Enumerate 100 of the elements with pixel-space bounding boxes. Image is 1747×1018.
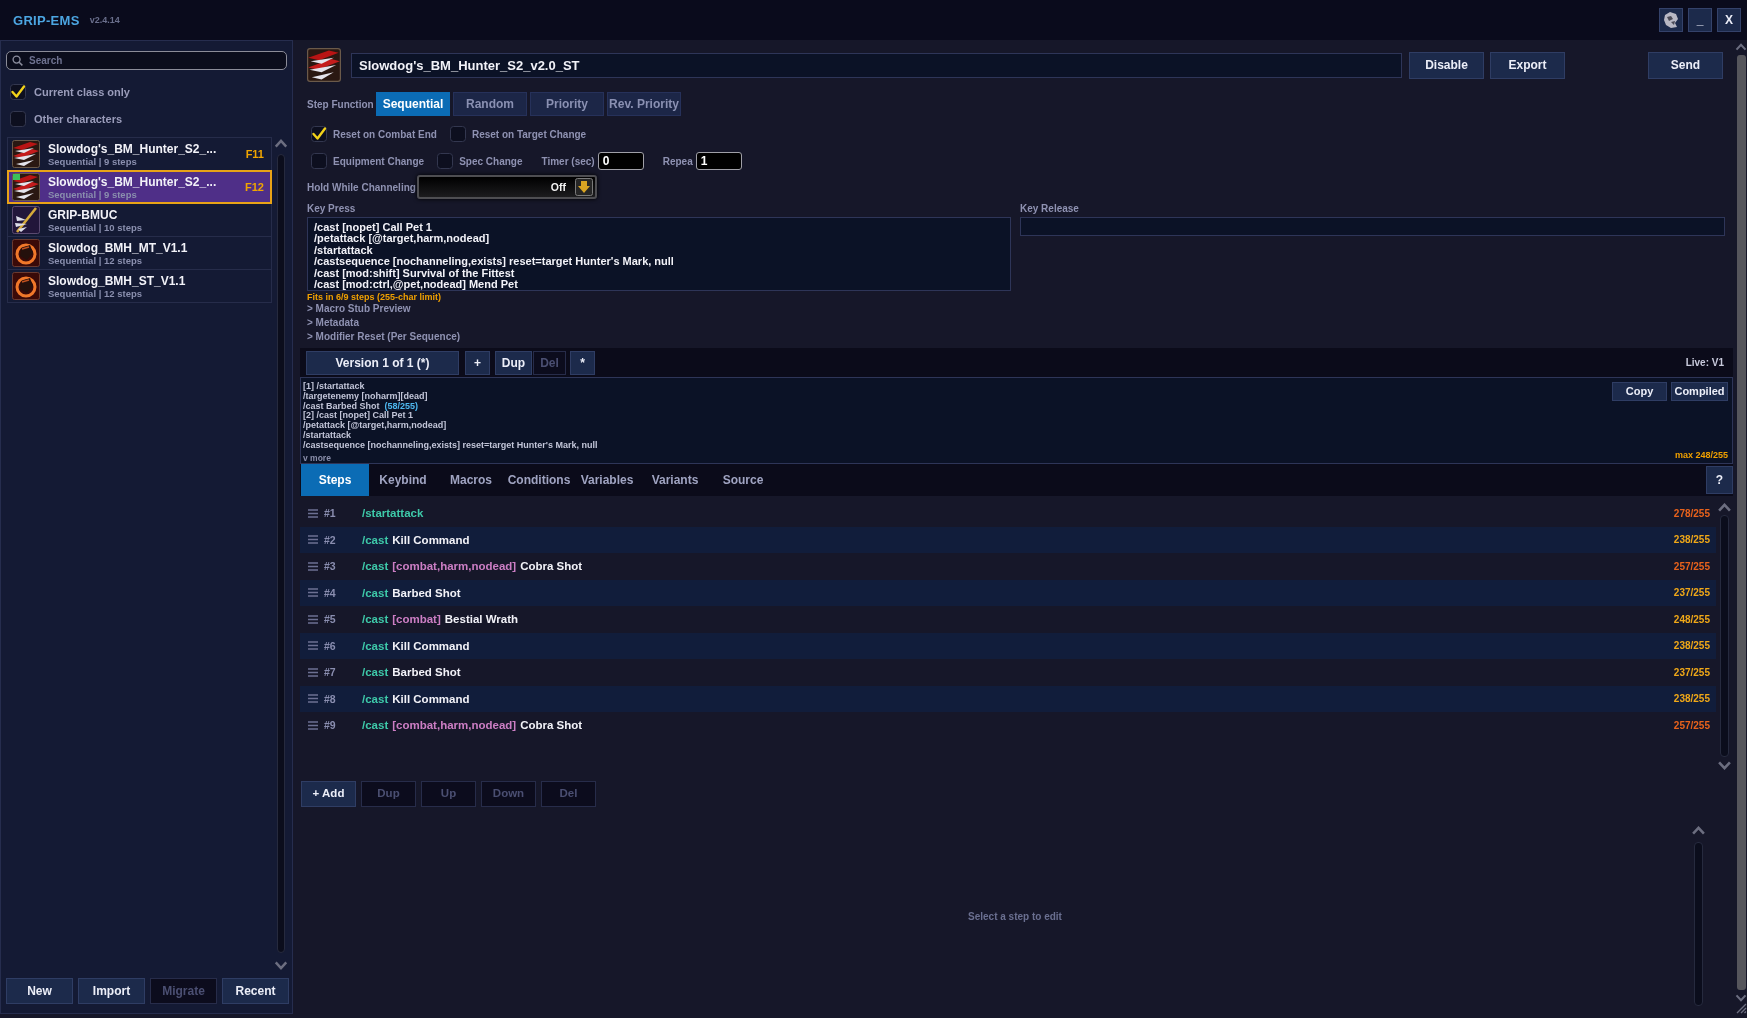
new-button[interactable]: New	[6, 978, 73, 1004]
drag-handle-icon[interactable]	[308, 694, 318, 704]
scrollbar-track[interactable]	[1694, 842, 1703, 1006]
step-row[interactable]: #1 /startattack 278/255	[300, 500, 1716, 527]
scrollbar-thumb[interactable]	[1736, 55, 1746, 990]
spear-icon	[12, 206, 40, 234]
drag-handle-icon[interactable]	[308, 588, 318, 598]
asterisk-button[interactable]: *	[570, 350, 595, 375]
step-row[interactable]: #2 /cast Kill Command 238/255	[300, 526, 1716, 553]
step-function-tab[interactable]: Priority	[530, 92, 604, 116]
spell-name: Barbed Shot	[392, 666, 461, 679]
number-field[interactable]: 1	[695, 152, 742, 170]
checkbox[interactable]	[311, 153, 327, 169]
scroll-down-icon[interactable]	[274, 961, 288, 970]
step-number: #5	[324, 613, 337, 626]
scrollbar-track[interactable]	[277, 154, 285, 953]
step-function-tab[interactable]: Random	[453, 92, 527, 116]
close-button[interactable]: X	[1717, 8, 1741, 32]
sequence-title: GRIP-BMUC	[48, 207, 119, 222]
sequence-subtitle: Sequential | 12 steps	[48, 287, 142, 299]
step-row[interactable]: #7 /cast Barbed Shot 237/255	[300, 659, 1716, 686]
compiled-toggle-button[interactable]: Compiled	[1671, 382, 1728, 401]
drag-handle-icon[interactable]	[308, 641, 318, 651]
scroll-up-icon[interactable]	[1717, 503, 1732, 512]
macro-conditions: [combat,harm,nodead]	[392, 719, 517, 732]
section-toggle[interactable]: > Macro Stub Preview	[307, 304, 411, 314]
step-row[interactable]: #4 /cast Barbed Shot 237/255	[300, 579, 1716, 606]
minimize-button[interactable]: _	[1688, 8, 1712, 32]
number-field[interactable]: 0	[597, 152, 644, 170]
checkbox[interactable]	[449, 126, 466, 142]
checkbox[interactable]	[311, 126, 327, 142]
scrollbar-track[interactable]	[1720, 515, 1729, 757]
tab[interactable]: Variables	[573, 464, 641, 496]
spell-name: Kill Command	[392, 692, 470, 705]
section-toggle[interactable]: > Modifier Reset (Per Sequence)	[307, 332, 461, 342]
tab[interactable]: Keybind	[369, 464, 437, 496]
hold-channeling-dropdown[interactable]: Off	[417, 175, 597, 199]
scroll-up-icon[interactable]	[1735, 43, 1747, 51]
sequence-name-field[interactable]: Slowdog's_BM_Hunter_S2_v2.0_ST	[351, 52, 1402, 78]
step-row[interactable]: #9 /cast [combat,harm,nodead] Cobra Shot 257/255	[300, 712, 1716, 739]
drag-handle-icon[interactable]	[308, 614, 318, 624]
drag-handle-icon[interactable]	[308, 508, 318, 518]
checkbox[interactable]	[10, 84, 26, 100]
step-row[interactable]: #3 /cast [combat,harm,nodead] Cobra Shot 257/255	[300, 553, 1716, 580]
tab[interactable]: Steps	[301, 464, 369, 496]
char-count: (58/255)	[384, 401, 419, 412]
add-version-button[interactable]: +	[465, 350, 490, 375]
scroll-up-icon[interactable]	[1691, 826, 1706, 835]
recent-button[interactable]: Recent	[222, 978, 289, 1004]
scroll-down-icon[interactable]	[1735, 994, 1747, 1002]
key-press-field[interactable]: /cast [nopet] Call Pet 1 /petattack [@target,harm,nodead] /startattack /castsequence [nochanneling,exists] reset=target Hunter's Mark, null /cast [mod:shift] Survival of the Fittest /cast [mod:ctrl,@pet,nodead] Mend Pet	[307, 217, 1011, 291]
compiled-line: /targetenemy [noharm][dead]	[303, 391, 428, 401]
send-button[interactable]: Send	[1648, 51, 1723, 79]
section-toggle[interactable]: > Metadata	[307, 318, 359, 328]
tab[interactable]: Conditions	[505, 464, 573, 496]
step-row[interactable]: #5 /cast [combat] Bestial Wrath 248/255	[300, 606, 1716, 633]
step-function-tab[interactable]: Sequential	[376, 92, 450, 116]
drag-handle-icon[interactable]	[308, 667, 318, 677]
resize-grip-icon[interactable]	[1735, 1002, 1747, 1014]
search-field[interactable]: Search	[6, 51, 287, 70]
import-button[interactable]: Import	[78, 978, 145, 1004]
sequence-list-item[interactable]: Slowdog's_BM_Hunter_S2_... Sequential | 9 steps F12	[7, 170, 272, 204]
scroll-down-icon[interactable]	[1717, 761, 1732, 770]
checkbox[interactable]	[10, 111, 26, 127]
tab[interactable]: Source	[709, 464, 777, 496]
dropdown-arrow-icon[interactable]	[575, 178, 593, 196]
empty-state-message: Select a step to edit	[968, 911, 1062, 922]
field-label: Hold While Channeling	[307, 181, 417, 193]
key-release-field[interactable]	[1020, 217, 1725, 236]
drag-handle-icon[interactable]	[308, 535, 318, 545]
tab[interactable]: Macros	[437, 464, 505, 496]
field-label: Repea	[662, 155, 693, 167]
sequence-list-item[interactable]: GRIP-BMUC Sequential | 10 steps	[7, 203, 272, 237]
drag-handle-icon[interactable]	[308, 720, 318, 730]
sequence-list-item[interactable]: Slowdog_BMH_MT_V1.1 Sequential | 12 steps	[7, 236, 272, 270]
disable-button[interactable]: Disable	[1409, 51, 1484, 79]
show-more-link[interactable]: v more	[303, 452, 331, 463]
sequence-list-item[interactable]: Slowdog's_BM_Hunter_S2_... Sequential | 9 steps F11	[7, 137, 272, 171]
step-row[interactable]: #8 /cast Kill Command 238/255	[300, 685, 1716, 712]
checkbox-label: Equipment Change	[333, 155, 425, 167]
sequence-list-item[interactable]: Slowdog_BMH_ST_V1.1 Sequential | 12 steps	[7, 269, 272, 303]
step-function-tab[interactable]: Rev. Priority	[607, 92, 681, 116]
step-row[interactable]: #6 /cast Kill Command 238/255	[300, 632, 1716, 659]
spell-name: Kill Command	[392, 533, 470, 546]
scroll-up-icon[interactable]	[274, 139, 288, 148]
help-button[interactable]: ?	[1706, 466, 1733, 494]
tab[interactable]: Variants	[641, 464, 709, 496]
version-selector-button[interactable]: Version 1 of 1 (*)	[306, 350, 459, 375]
drag-handle-icon[interactable]	[308, 561, 318, 571]
emblem-icon[interactable]	[1659, 8, 1683, 32]
char-count: 237/255	[1673, 666, 1710, 678]
search-icon	[12, 55, 23, 66]
copy-button[interactable]: Copy	[1612, 382, 1667, 401]
sequence-subtitle: Sequential | 9 steps	[48, 188, 137, 200]
add-step-button[interactable]: + Add	[301, 781, 356, 807]
duplicate-version-button[interactable]: Dup	[495, 350, 532, 375]
checkbox-label: Reset on Combat End	[333, 128, 437, 140]
step-number: #8	[324, 692, 337, 705]
export-button[interactable]: Export	[1490, 51, 1565, 79]
checkbox[interactable]	[437, 153, 454, 169]
